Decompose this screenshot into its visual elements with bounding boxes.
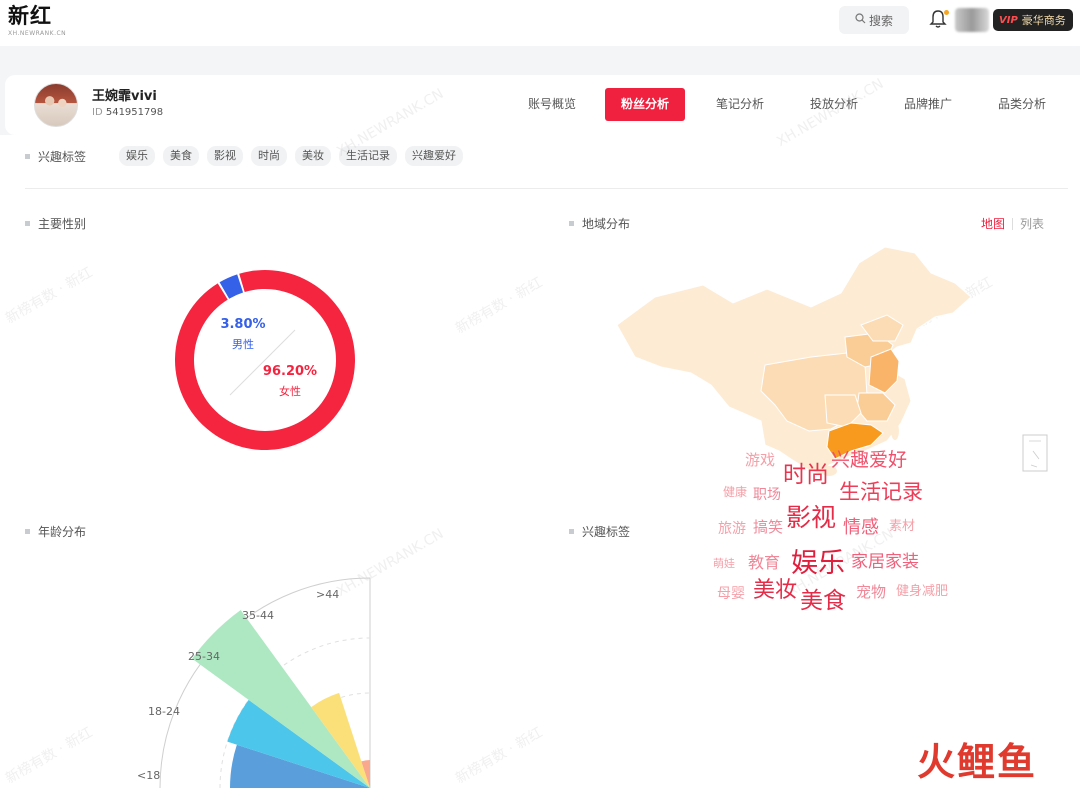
interest-tags-header: 兴趣标签 <box>25 148 86 165</box>
toggle-map[interactable]: 地图 <box>981 215 1005 232</box>
profile-name: 王婉霏vivi <box>92 89 157 104</box>
tab-fan-analysis[interactable]: 粉丝分析 <box>605 88 685 121</box>
section-marker <box>569 529 574 534</box>
interest-tags-title: 兴趣标签 <box>38 150 87 164</box>
age-category-label: >44 <box>316 588 339 601</box>
interest-cloud-title: 兴趣标签 <box>582 525 631 539</box>
interest-cloud-word[interactable]: 兴趣爱好 <box>831 451 907 470</box>
search-icon <box>855 13 866 27</box>
watermark: 新榜有数 · 新红 <box>3 264 96 328</box>
interest-cloud-word[interactable]: 美妆 <box>753 580 797 602</box>
search-button[interactable]: 搜索 <box>839 6 909 34</box>
interest-cloud-word[interactable]: 职场 <box>753 488 781 502</box>
interest-cloud-word[interactable]: 游戏 <box>745 453 775 468</box>
male-percentage: 3.80% <box>220 317 266 332</box>
interest-tag[interactable]: 时尚 <box>251 146 287 166</box>
age-category-label: <18 <box>137 769 160 782</box>
gender-donut-chart <box>175 270 355 450</box>
interest-tag[interactable]: 生活记录 <box>339 146 397 166</box>
tab-note-analysis[interactable]: 笔记分析 <box>705 88 775 121</box>
interest-cloud-word[interactable]: 萌娃 <box>713 558 735 569</box>
interest-tag[interactable]: 美食 <box>163 146 199 166</box>
region-header: 地域分布 <box>569 215 630 232</box>
female-label: 女性 <box>279 385 301 398</box>
gender-header: 主要性别 <box>25 215 86 232</box>
age-header: 年龄分布 <box>25 523 86 540</box>
toggle-list[interactable]: 列表 <box>1020 215 1044 232</box>
top-bar: 新红 XH.NEWRANK.CN 搜索 VIP 豪华商务 <box>0 0 1080 46</box>
interest-tag[interactable]: 影视 <box>207 146 243 166</box>
interest-cloud-word[interactable]: 母婴 <box>717 587 745 601</box>
age-category-label: 35-44 <box>242 609 274 622</box>
interest-cloud-word[interactable]: 宠物 <box>856 585 886 600</box>
map-view-toggle: 地图 列表 <box>981 215 1044 232</box>
profile-id-value: 541951798 <box>105 107 164 118</box>
section-marker <box>569 221 574 226</box>
male-label: 男性 <box>232 338 254 351</box>
watermark: 新榜有数 · 新红 <box>453 274 546 338</box>
male-label-group: 3.80% 男性 <box>218 317 268 352</box>
interest-tags-row: 娱乐 美食 影视 时尚 美妆 生活记录 兴趣爱好 <box>119 146 463 166</box>
watermark: 新榜有数 · 新红 <box>3 724 96 788</box>
vip-badge[interactable]: VIP 豪华商务 <box>993 9 1073 31</box>
interest-cloud-word[interactable]: 搞笑 <box>753 520 783 535</box>
main-content: 兴趣标签 娱乐 美食 影视 时尚 美妆 生活记录 兴趣爱好 新榜有数 · 新红 … <box>0 76 1080 788</box>
interest-cloud-word[interactable]: 美食 <box>800 590 846 613</box>
interest-cloud-word[interactable]: 影视 <box>786 505 836 530</box>
age-title: 年龄分布 <box>38 525 87 539</box>
female-percentage: 96.20% <box>262 364 318 379</box>
tab-brand-promotion[interactable]: 品牌推广 <box>893 88 963 121</box>
section-marker <box>25 154 30 159</box>
profile-card: 王婉霏vivi ID 541951798 账号概览 粉丝分析 笔记分析 投放分析… <box>5 75 1080 135</box>
female-label-group: 96.20% 女性 <box>262 364 318 399</box>
age-rose-chart: <18 18-24 25-34 35-44 >44 <box>137 577 371 788</box>
interest-cloud-word[interactable]: 健身减肥 <box>896 585 948 598</box>
interest-cloud-word[interactable]: 旅游 <box>718 522 746 536</box>
region-title: 地域分布 <box>582 217 631 231</box>
interest-cloud-word[interactable]: 教育 <box>748 555 780 571</box>
china-region-map <box>616 246 1048 476</box>
watermark: 新榜有数 · 新红 <box>453 724 546 788</box>
gender-title: 主要性别 <box>38 217 87 231</box>
age-category-label: 25-34 <box>188 650 220 663</box>
logo-subtext: XH.NEWRANK.CN <box>8 30 67 37</box>
interest-tag[interactable]: 兴趣爱好 <box>405 146 463 166</box>
section-marker <box>25 221 30 226</box>
user-avatar[interactable] <box>955 8 989 32</box>
corner-brand-logo: 火鲤鱼 <box>917 740 1038 784</box>
notification-dot <box>944 10 949 15</box>
vip-label: 豪华商务 <box>1021 14 1066 27</box>
interest-cloud-header: 兴趣标签 <box>569 523 630 540</box>
interest-cloud-word[interactable]: 生活记录 <box>839 482 923 503</box>
profile-avatar[interactable] <box>34 83 78 127</box>
profile-id-prefix: ID <box>92 107 103 118</box>
vip-tag: VIP <box>999 14 1018 26</box>
app-logo[interactable]: 新红 XH.NEWRANK.CN <box>8 2 66 38</box>
section-marker <box>25 529 30 534</box>
profile-id: ID 541951798 <box>92 107 163 118</box>
interest-cloud-word[interactable]: 健康 <box>723 486 747 498</box>
age-category-label: 18-24 <box>148 705 180 718</box>
tab-placement-analysis[interactable]: 投放分析 <box>799 88 869 121</box>
divider <box>25 188 1068 189</box>
tab-account-overview[interactable]: 账号概览 <box>517 88 587 121</box>
toggle-separator <box>1012 217 1014 230</box>
interest-tag[interactable]: 娱乐 <box>119 146 155 166</box>
tab-category-analysis[interactable]: 品类分析 <box>987 88 1057 121</box>
interest-tag[interactable]: 美妆 <box>295 146 331 166</box>
search-label: 搜索 <box>868 13 893 28</box>
interest-cloud-word[interactable]: 情感 <box>843 519 879 537</box>
interest-cloud-word[interactable]: 娱乐 <box>791 550 845 577</box>
interest-cloud-word[interactable]: 素材 <box>889 520 915 533</box>
logo-text: 新红 <box>8 4 52 28</box>
interest-cloud-word[interactable]: 家居家装 <box>851 554 919 571</box>
interest-cloud-word[interactable]: 时尚 <box>783 464 829 487</box>
